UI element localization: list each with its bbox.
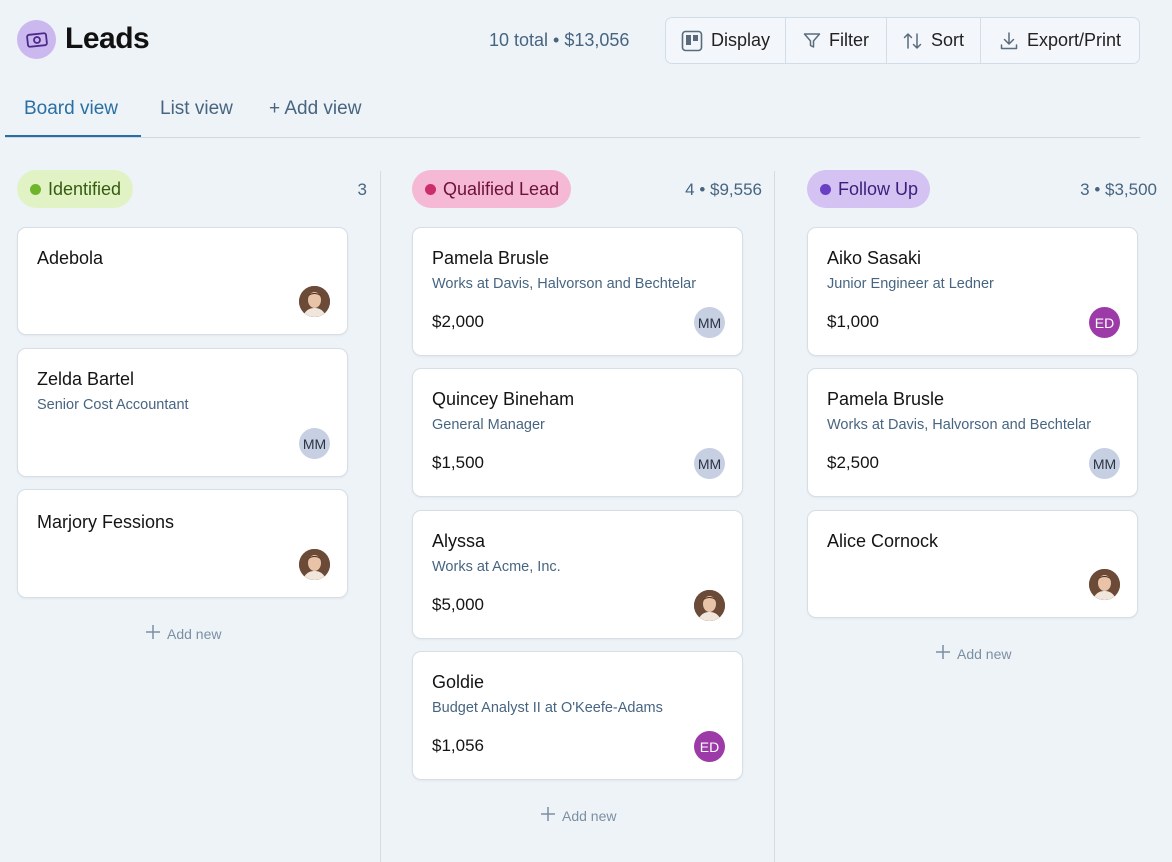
lead-subtitle: Budget Analyst II at O'Keefe-Adams (432, 700, 663, 716)
column-label: Identified (48, 178, 122, 199)
filter-label: Filter (829, 30, 869, 50)
lead-card[interactable]: Marjory Fessions (17, 489, 348, 598)
sort-label: Sort (930, 30, 964, 50)
tab-board-view[interactable]: Board view (24, 98, 118, 120)
avatar: ED (1089, 307, 1120, 338)
status-dot (425, 183, 436, 195)
avatar (694, 590, 725, 621)
leads-summary: 10 total • $13,056 (489, 30, 630, 50)
column-label: Follow Up (838, 178, 919, 199)
lead-amount: $1,056 (432, 736, 484, 755)
lead-name: Quincey Bineham (432, 389, 575, 409)
add-new-button[interactable]: Add new (145, 624, 221, 643)
status-dot (820, 183, 831, 195)
sort-icon (903, 32, 923, 50)
lead-card[interactable]: Alice Cornock (807, 510, 1138, 618)
lead-amount: $2,500 (827, 453, 879, 472)
plus-icon (145, 624, 161, 643)
page-title: Leads (65, 22, 150, 55)
column-header-identified: Identified 3 (17, 170, 367, 208)
column-count: 3 • $3,500 (1080, 180, 1157, 199)
lead-amount: $5,000 (432, 595, 484, 614)
column-count: 3 (357, 180, 367, 199)
avatar (299, 549, 330, 580)
avatar: MM (299, 428, 330, 459)
lead-subtitle: Works at Acme, Inc. (432, 559, 561, 575)
board-layout-icon (681, 30, 703, 52)
add-new-label: Add new (562, 807, 617, 824)
status-pill-qualified-lead[interactable]: Qualified Lead (412, 170, 572, 208)
lead-name: Alice Cornock (827, 531, 939, 551)
column-count: 4 • $9,556 (685, 180, 762, 199)
column-divider (774, 171, 775, 862)
status-dot (30, 183, 41, 195)
lead-amount: $2,000 (432, 312, 484, 331)
page-header: Leads 10 total • $13,056 Display Filter … (0, 0, 1172, 80)
lead-card[interactable]: Goldie Budget Analyst II at O'Keefe-Adam… (412, 651, 743, 780)
lead-subtitle: General Manager (432, 417, 545, 433)
lead-card[interactable]: Pamela Brusle Works at Davis, Halvorson … (412, 227, 743, 356)
lead-subtitle: Works at Davis, Halvorson and Bechtelar (432, 276, 697, 292)
lead-name: Marjory Fessions (37, 512, 175, 532)
add-new-label: Add new (957, 645, 1012, 662)
add-new-button[interactable]: Add new (935, 644, 1011, 663)
avatar: MM (1089, 448, 1120, 479)
column-divider (380, 171, 381, 862)
add-view-button[interactable]: + Add view (269, 98, 361, 120)
column-label: Qualified Lead (443, 178, 560, 199)
avatar: ED (694, 731, 725, 762)
column-header-follow-up: Follow Up 3 • $3,500 (807, 170, 1157, 208)
avatar (1089, 569, 1120, 600)
download-icon (999, 31, 1019, 51)
sort-button[interactable]: Sort (887, 18, 981, 63)
lead-subtitle: Works at Davis, Halvorson and Bechtelar (827, 417, 1092, 433)
filter-icon (803, 32, 821, 50)
lead-name: Pamela Brusle (432, 248, 550, 268)
tab-list-view[interactable]: List view (160, 98, 233, 120)
lead-card[interactable]: Aiko Sasaki Junior Engineer at Ledner $1… (807, 227, 1138, 356)
active-tab-indicator (5, 135, 141, 137)
add-new-button[interactable]: Add new (540, 806, 616, 825)
lead-name: Pamela Brusle (827, 389, 945, 409)
display-button[interactable]: Display (666, 18, 786, 63)
lead-name: Zelda Bartel (37, 369, 135, 389)
status-pill-follow-up[interactable]: Follow Up (807, 170, 931, 208)
lead-name: Adebola (37, 248, 104, 268)
avatar: MM (694, 448, 725, 479)
avatar: MM (694, 307, 725, 338)
lead-name: Aiko Sasaki (827, 248, 922, 268)
export-label: Export/Print (1026, 30, 1122, 50)
plus-icon (935, 644, 951, 663)
display-label: Display (710, 30, 771, 50)
status-pill-identified[interactable]: Identified (17, 170, 134, 208)
lead-name: Alyssa (432, 531, 486, 551)
lead-amount: $1,000 (827, 312, 879, 331)
lead-subtitle: Senior Cost Accountant (37, 397, 189, 413)
toolbar: Display Filter Sort Export/Print (665, 17, 1140, 64)
lead-card[interactable]: Alyssa Works at Acme, Inc. $5,000 (412, 510, 743, 639)
column-header-qualified-lead: Qualified Lead 4 • $9,556 (412, 170, 762, 208)
lead-card[interactable]: Quincey Bineham General Manager $1,500 M… (412, 368, 743, 497)
filter-button[interactable]: Filter (786, 18, 887, 63)
lead-amount: $1,500 (432, 453, 484, 472)
export-print-button[interactable]: Export/Print (981, 18, 1139, 63)
lead-card[interactable]: Adebola (17, 227, 348, 335)
lead-name: Goldie (432, 672, 485, 692)
camera-money-icon (17, 20, 56, 59)
view-tabs: Board view List view + Add view (5, 92, 1140, 138)
plus-icon (540, 806, 556, 825)
avatar (299, 286, 330, 317)
lead-card[interactable]: Zelda Bartel Senior Cost Accountant MM (17, 348, 348, 477)
lead-card[interactable]: Pamela Brusle Works at Davis, Halvorson … (807, 368, 1138, 497)
lead-subtitle: Junior Engineer at Ledner (827, 276, 994, 292)
add-new-label: Add new (167, 625, 222, 642)
